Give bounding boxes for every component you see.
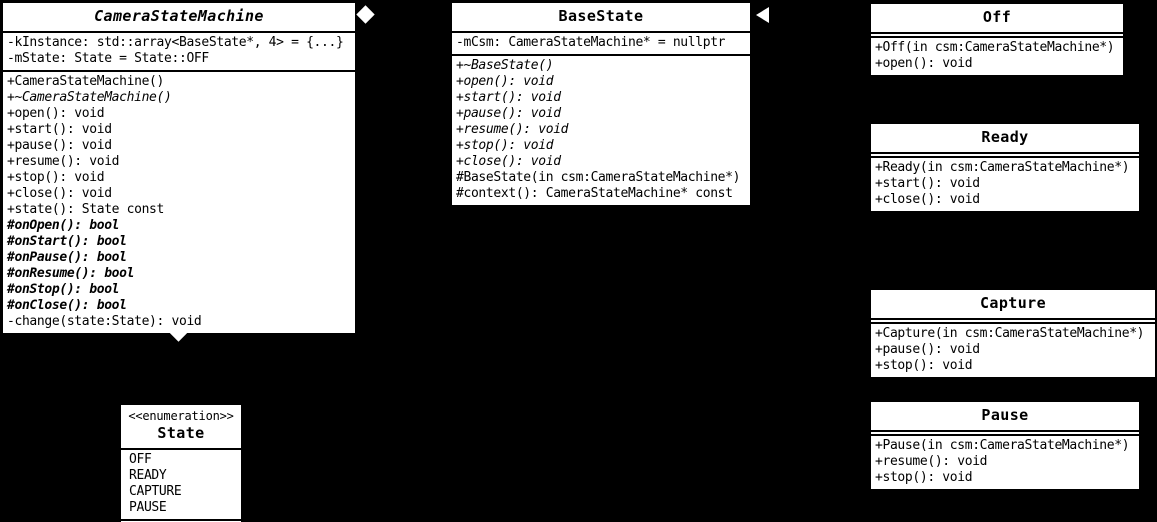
class-name-label: State [157,424,205,442]
attributes-compartment-base-state: -mCsm: CameraStateMachine* = nullptr [452,31,750,54]
operation-row: +CameraStateMachine() [7,74,165,89]
enum-literal-row: OFF [129,452,152,467]
operation-row: +stop(): void [456,138,554,153]
operation-row: #onStart(): bool [7,234,127,249]
class-title-camera-state-machine: CameraStateMachine [3,3,355,31]
operations-compartment-pause: +Pause(in csm:CameraStateMachine*) +resu… [871,434,1139,489]
operation-row: +Capture(in csm:CameraStateMachine*) [875,326,1145,341]
operation-row: +start(): void [875,176,980,191]
operation-row: #onResume(): bool [7,266,135,281]
operation-row: #context(): CameraStateMachine* const [456,186,733,201]
operation-row: +close(): void [456,154,561,169]
class-title-base-state: BaseState [452,3,750,31]
class-box-capture[interactable]: Capture +Capture(in csm:CameraStateMachi… [869,288,1157,379]
attributes-compartment-camera-state-machine: -kInstance: std::array<BaseState*, 4> = … [3,31,355,70]
operation-row: #onStop(): bool [7,282,120,297]
operation-row: +stop(): void [875,470,973,485]
class-box-base-state[interactable]: BaseState -mCsm: CameraStateMachine* = n… [450,1,752,207]
operation-row: +stop(): void [875,358,973,373]
operation-row: +pause(): void [875,342,980,357]
attribute-row: -kInstance: std::array<BaseState*, 4> = … [7,35,344,50]
attribute-row: -mCsm: CameraStateMachine* = nullptr [456,35,726,50]
aggregation-diamond-icon-base-state [356,5,375,24]
operation-row: +Off(in csm:CameraStateMachine*) [875,40,1115,55]
operations-compartment-camera-state-machine: +CameraStateMachine() +~CameraStateMachi… [3,70,355,333]
operation-row: +pause(): void [456,106,561,121]
class-title-off: Off [871,4,1123,32]
operation-row: +open(): void [456,74,554,89]
stereotype-label: <<enumeration>> [128,409,234,423]
operations-compartment-ready: +Ready(in csm:CameraStateMachine*) +star… [871,156,1139,211]
operation-row: +close(): void [875,192,980,207]
operation-row: +pause(): void [7,138,112,153]
operation-row: +close(): void [7,186,112,201]
operation-row: +~CameraStateMachine() [7,90,172,105]
operation-row: +start(): void [456,90,561,105]
class-name-label: CameraStateMachine [94,7,264,25]
class-box-off[interactable]: Off +Off(in csm:CameraStateMachine*) +op… [869,2,1125,77]
operation-row: +Pause(in csm:CameraStateMachine*) [875,438,1130,453]
attribute-row: -mState: State = State::OFF [7,51,209,66]
class-title-ready: Ready [871,124,1139,152]
class-name-label: Pause [981,406,1029,424]
literals-compartment-state-enum: OFF READY CAPTURE PAUSE [121,448,241,519]
operation-row: +stop(): void [7,170,105,185]
operation-row: +open(): void [7,106,105,121]
class-name-label: Off [982,8,1012,26]
operation-row: +start(): void [7,122,112,137]
enum-literal-row: PAUSE [129,500,167,515]
class-box-ready[interactable]: Ready +Ready(in csm:CameraStateMachine*)… [869,122,1141,213]
uml-class-diagram-canvas: CameraStateMachine -kInstance: std::arra… [0,0,1157,522]
operation-row: +resume(): void [875,454,988,469]
operation-row: #onPause(): bool [7,250,127,265]
class-box-pause[interactable]: Pause +Pause(in csm:CameraStateMachine*)… [869,400,1141,491]
enum-literal-row: READY [129,468,167,483]
operation-row: +~BaseState() [456,58,554,73]
operation-row: +state(): State const [7,202,165,217]
operation-row: #BaseState(in csm:CameraStateMachine*) [456,170,741,185]
operation-row: #onClose(): bool [7,298,127,313]
operation-row: +resume(): void [456,122,569,137]
operations-compartment-base-state: +~BaseState() +open(): void +start(): vo… [452,54,750,205]
operations-compartment-off: +Off(in csm:CameraStateMachine*) +open()… [871,36,1123,75]
class-title-capture: Capture [871,290,1155,318]
operation-row: +Ready(in csm:CameraStateMachine*) [875,160,1130,175]
operation-row: +open(): void [875,56,973,71]
class-title-state-enum: <<enumeration>> State [121,405,241,448]
operation-row: #onOpen(): bool [7,218,120,233]
class-name-label: Ready [981,128,1029,146]
class-title-pause: Pause [871,402,1139,430]
class-box-camera-state-machine[interactable]: CameraStateMachine -kInstance: std::arra… [1,1,357,335]
generalization-arrow-icon-base-state [756,7,769,23]
operations-compartment-capture: +Capture(in csm:CameraStateMachine*) +pa… [871,322,1155,377]
operation-row: +resume(): void [7,154,120,169]
class-name-label: Capture [979,294,1046,312]
class-name-label: BaseState [558,7,644,25]
enum-literal-row: CAPTURE [129,484,182,499]
class-box-state-enum[interactable]: <<enumeration>> State OFF READY CAPTURE … [119,403,243,522]
